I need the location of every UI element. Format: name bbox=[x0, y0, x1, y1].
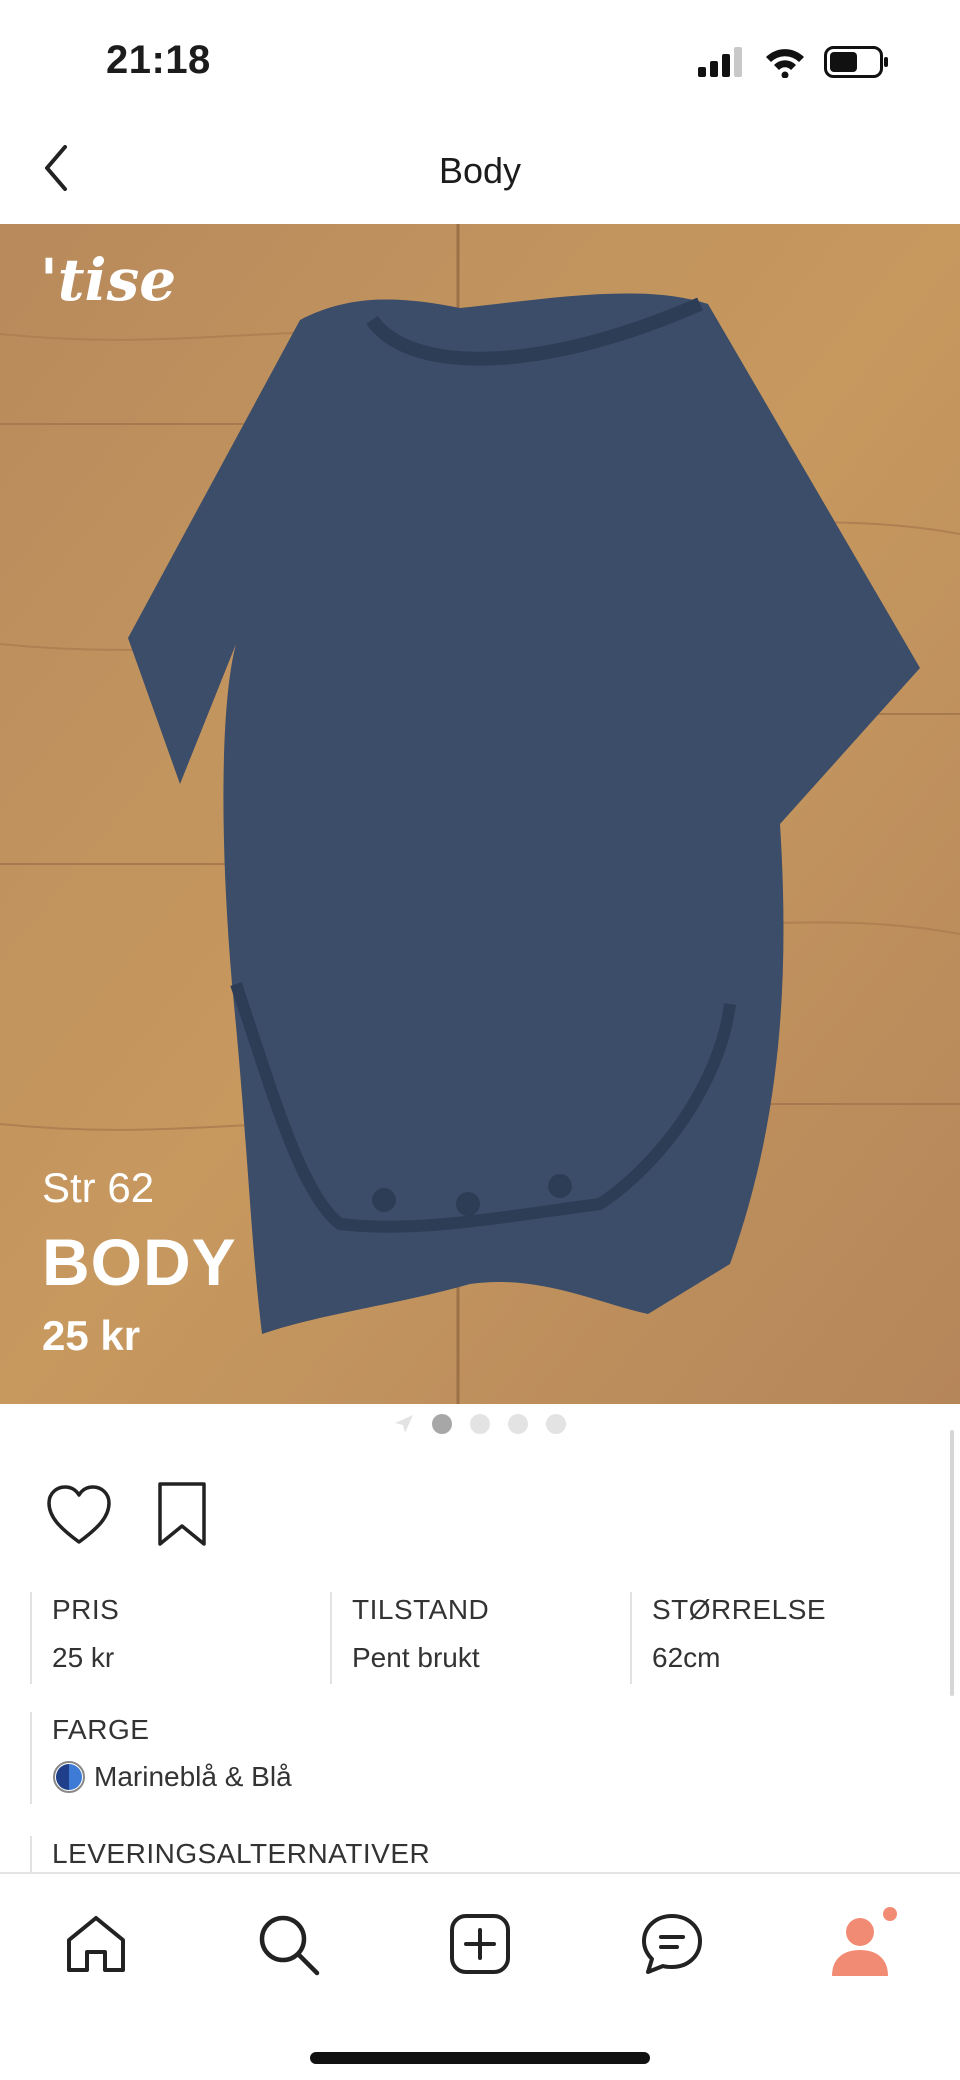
detail-condition: TILSTAND Pent brukt bbox=[330, 1592, 630, 1684]
status-bar: 21:18 bbox=[0, 0, 960, 120]
heart-icon bbox=[47, 1485, 111, 1544]
carousel-dot[interactable] bbox=[508, 1414, 528, 1434]
tab-bar bbox=[0, 1872, 960, 2080]
overlay-price: 25 kr bbox=[42, 1312, 141, 1359]
home-icon bbox=[67, 1916, 125, 1972]
cellular-signal-icon bbox=[698, 47, 742, 77]
details-row: PRIS 25 kr TILSTAND Pent brukt STØRRELSE… bbox=[30, 1592, 930, 1684]
overlay-title: BODY bbox=[42, 1225, 237, 1299]
battery-icon bbox=[824, 46, 888, 78]
chat-icon bbox=[642, 1914, 702, 1974]
product-photo[interactable]: 'tise Str 62 BODY 25 kr bbox=[0, 224, 960, 1404]
detail-size: STØRRELSE 62cm bbox=[630, 1592, 930, 1684]
carousel-dot[interactable] bbox=[432, 1414, 452, 1434]
profile-icon bbox=[832, 1907, 897, 1976]
carousel-dot[interactable] bbox=[470, 1414, 490, 1434]
tab-home[interactable] bbox=[56, 1904, 136, 1984]
bookmark-icon bbox=[158, 1482, 206, 1546]
status-time: 21:18 bbox=[106, 38, 211, 82]
status-icons bbox=[698, 46, 890, 78]
search-icon bbox=[259, 1915, 320, 1976]
save-button[interactable] bbox=[154, 1480, 210, 1548]
overlay-size: Str 62 bbox=[42, 1164, 155, 1211]
color-swatch-icon bbox=[53, 1761, 85, 1793]
tab-messages[interactable] bbox=[632, 1904, 712, 1984]
color-text: Marineblå & Blå bbox=[94, 1761, 292, 1792]
color-value: Marineblå & Blå bbox=[52, 1760, 552, 1794]
detail-value: 62cm bbox=[652, 1642, 721, 1673]
carousel-dot[interactable] bbox=[546, 1414, 566, 1434]
notification-dot-icon bbox=[883, 1907, 897, 1921]
detail-price: PRIS 25 kr bbox=[30, 1592, 330, 1684]
location-arrow-icon bbox=[395, 1415, 413, 1433]
delivery-options[interactable]: LEVERINGSALTERNATIVER bbox=[30, 1836, 552, 1876]
tab-search[interactable] bbox=[248, 1904, 328, 1984]
wifi-icon bbox=[766, 49, 804, 78]
scrollbar[interactable] bbox=[950, 1430, 954, 1696]
tab-profile[interactable] bbox=[824, 1904, 904, 1984]
page-title: Body bbox=[438, 150, 522, 191]
detail-color: FARGE Marineblå & Blå bbox=[30, 1712, 552, 1804]
carousel-indicator bbox=[0, 1414, 960, 1434]
tise-logo: 'tise bbox=[40, 246, 177, 314]
like-button[interactable] bbox=[46, 1484, 112, 1546]
detail-value: Pent brukt bbox=[352, 1642, 480, 1673]
detail-label: PRIS bbox=[52, 1594, 120, 1625]
home-indicator bbox=[310, 2052, 650, 2064]
detail-label: LEVERINGSALTERNATIVER bbox=[52, 1838, 431, 1869]
nav-bar: Body bbox=[0, 120, 960, 224]
tab-add[interactable] bbox=[440, 1904, 520, 1984]
detail-label: FARGE bbox=[52, 1714, 150, 1745]
detail-value: 25 kr bbox=[52, 1642, 115, 1673]
add-icon bbox=[450, 1914, 510, 1974]
detail-label: STØRRELSE bbox=[652, 1594, 827, 1625]
detail-label: TILSTAND bbox=[352, 1594, 490, 1625]
